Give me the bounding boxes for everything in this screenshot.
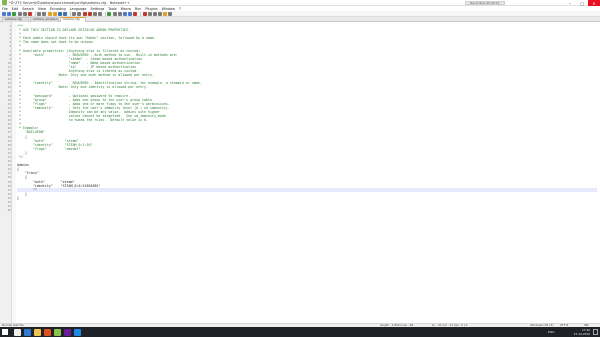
recording-indicator[interactable]: Recording 00:00:11 xyxy=(465,1,505,5)
toolbar-button-icon[interactable] xyxy=(133,11,138,16)
menu-item-encoding[interactable]: Encoding xyxy=(50,7,66,11)
menu-item-macro[interactable]: Macro xyxy=(121,7,131,11)
language-indicator[interactable]: ENG xyxy=(548,327,554,337)
menu-item-language[interactable]: Language xyxy=(70,7,87,11)
windows-start-icon[interactable] xyxy=(2,329,8,335)
code-text[interactable]: 1/** 2 * USE THIS SECTION TO DECLARE DETA… xyxy=(8,24,597,212)
menu-item-help[interactable]: ? xyxy=(179,7,181,11)
toolbar-button-icon[interactable] xyxy=(168,11,173,16)
taskbar-app-icon[interactable] xyxy=(14,328,21,336)
toolbar-button-icon[interactable] xyxy=(22,11,27,16)
notifications-icon[interactable] xyxy=(593,329,598,335)
toolbar-button-icon[interactable] xyxy=(7,11,12,16)
line-number: 46 xyxy=(7,208,11,213)
toolbar-button-icon[interactable] xyxy=(142,11,147,16)
toolbar-button-icon[interactable] xyxy=(77,11,82,16)
toolbar-separator xyxy=(34,11,36,16)
system-clock[interactable]: 17:30 27-12-2016 xyxy=(574,328,590,336)
toolbar-button-icon[interactable] xyxy=(87,11,92,16)
toolbar-separator xyxy=(140,11,141,16)
toolbar-button-icon[interactable] xyxy=(52,11,57,16)
toolbar-button-icon[interactable] xyxy=(42,11,47,16)
taskbar-app-icon[interactable] xyxy=(64,328,71,336)
taskbar-app-icon[interactable] xyxy=(34,328,41,336)
toolbar-button-icon[interactable] xyxy=(47,11,52,16)
notepad-plus-plus-icon xyxy=(2,0,7,5)
menu-item-window[interactable]: Window xyxy=(162,7,175,11)
toolbar-button-icon[interactable] xyxy=(27,11,32,16)
toolbar-button-icon[interactable] xyxy=(112,11,117,16)
toolbar-button-icon[interactable] xyxy=(107,11,112,16)
toolbar-button-icon[interactable] xyxy=(17,11,22,16)
clock-date: 27-12-2016 xyxy=(573,332,590,336)
menu-item-tools[interactable]: Tools xyxy=(108,7,116,11)
toolbar-button-icon[interactable] xyxy=(117,11,122,16)
toolbar-button-icon[interactable] xyxy=(158,11,163,16)
toolbar-button-icon[interactable] xyxy=(152,11,157,16)
toolbar-button-icon[interactable] xyxy=(147,11,152,16)
toolbar-button-icon[interactable] xyxy=(12,11,17,16)
fold-margin[interactable] xyxy=(12,22,16,323)
toolbar-button-icon[interactable] xyxy=(37,11,42,16)
toolbar-separator xyxy=(69,11,71,16)
editor-area[interactable]: 1/** 2 * USE THIS SECTION TO DECLARE DETA… xyxy=(0,22,600,323)
windows-taskbar: ENG 17:30 27-12-2016 xyxy=(0,327,600,337)
taskbar-app-icon[interactable] xyxy=(74,328,81,336)
menu-item-run[interactable]: Run xyxy=(135,7,142,11)
toolbar-button-icon[interactable] xyxy=(98,11,103,16)
menu-item-edit[interactable]: Edit xyxy=(12,7,19,11)
toolbar-button-icon[interactable] xyxy=(163,11,168,16)
toolbar-button-icon[interactable] xyxy=(128,11,133,16)
menu-item-view[interactable]: View xyxy=(38,7,46,11)
toolbar-button-icon[interactable] xyxy=(82,11,87,16)
toolbar-button-icon[interactable] xyxy=(2,11,6,16)
toolbar-button-icon[interactable] xyxy=(57,11,62,16)
taskbar-app-icon[interactable] xyxy=(54,328,61,336)
taskbar-app-icon[interactable] xyxy=(44,328,51,336)
taskbar-app-icon[interactable] xyxy=(24,328,31,336)
code-line[interactable]: 46 xyxy=(8,208,597,212)
menu-item-plugins[interactable]: Plugins xyxy=(145,7,157,11)
menu-item-settings[interactable]: Settings xyxy=(90,7,104,11)
toolbar-separator xyxy=(104,11,106,16)
toolbar-button-icon[interactable] xyxy=(63,11,68,16)
toolbar-button-icon[interactable] xyxy=(72,11,77,16)
menu-item-file[interactable]: File xyxy=(2,7,8,11)
toolbar-button-icon[interactable] xyxy=(122,11,127,16)
window-title: *D:\TF2 Server\tf2\addons\sourcemod\conf… xyxy=(9,0,130,5)
menu-item-search[interactable]: Search xyxy=(22,7,34,11)
toolbar-button-icon[interactable] xyxy=(93,11,97,16)
